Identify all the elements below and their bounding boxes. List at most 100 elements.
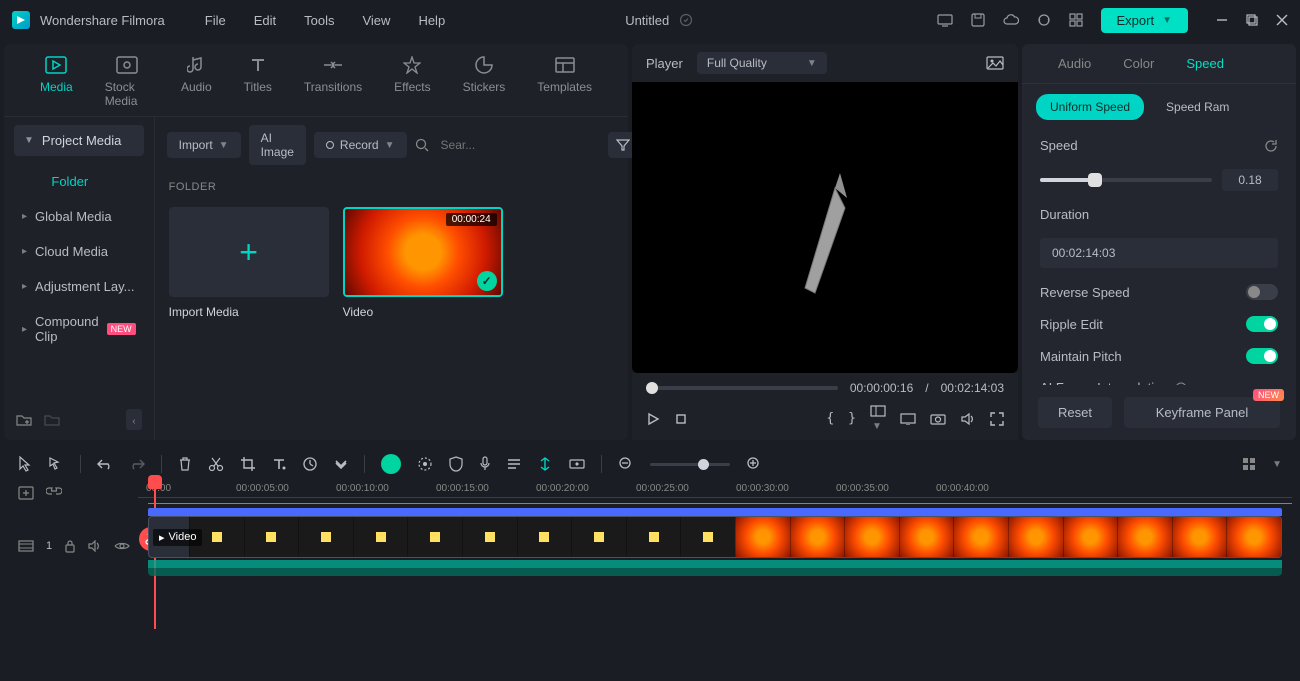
new-bin-icon[interactable] [44,413,60,427]
scrubber[interactable] [646,386,838,390]
record-button[interactable]: Record▼ [314,132,407,158]
menu-file[interactable]: File [205,13,226,28]
split-icon[interactable] [208,456,224,472]
mute-icon[interactable] [88,540,102,552]
inspector-tab-color[interactable]: Color [1107,44,1170,83]
crop-icon[interactable] [240,456,256,472]
mark-out-icon[interactable]: } [848,411,856,426]
cloud-icon[interactable] [1003,14,1019,26]
timeline-settings-icon[interactable] [18,486,34,500]
keyframe-panel-button[interactable]: Keyframe Panel NEW [1124,397,1280,428]
visibility-icon[interactable] [114,541,130,551]
player-viewport[interactable] [632,82,1018,373]
slider-knob[interactable] [1088,173,1102,187]
tab-templates[interactable]: Templates [521,54,608,108]
snapshot-icon[interactable] [986,56,1004,70]
ripple-toggle[interactable] [1246,316,1278,332]
sync-icon[interactable] [679,13,693,27]
reverse-toggle[interactable] [1246,284,1278,300]
media-item-video[interactable]: 00:00:24 ✓ Video [343,207,503,319]
sidebar-adjustment-layer[interactable]: ▸Adjustment Lay... [4,269,154,304]
menu-help[interactable]: Help [418,13,445,28]
play-button[interactable] [646,412,660,426]
tab-stock-media[interactable]: Stock Media [89,54,165,108]
list-icon[interactable] [507,458,521,470]
subtab-speed-ramp[interactable]: Speed Ram [1152,94,1243,120]
mark-in-icon[interactable]: { [826,411,834,426]
inspector-tab-audio[interactable]: Audio [1042,44,1107,83]
ratio-button[interactable]: ▼ [870,405,886,432]
subtab-uniform-speed[interactable]: Uniform Speed [1036,94,1144,120]
text-icon[interactable] [272,457,286,471]
import-media-item[interactable]: + Import Media [169,207,329,319]
sidebar-folder[interactable]: Folder [4,164,154,199]
sidebar-cloud-media[interactable]: ▸Cloud Media [4,234,154,269]
zoom-in-icon[interactable] [746,456,762,472]
display-button[interactable] [900,413,916,425]
delete-icon[interactable] [178,456,192,472]
reset-speed-icon[interactable] [1264,139,1278,153]
undo-icon[interactable] [97,458,113,470]
sidebar-compound-clip[interactable]: ▸Compound ClipNEW [4,304,154,354]
tab-effects[interactable]: Effects [378,54,446,108]
redo-icon[interactable] [129,458,145,470]
tab-media[interactable]: Media [24,54,89,108]
zoom-out-icon[interactable] [618,456,634,472]
color-tool-icon[interactable] [417,456,433,472]
camera-icon[interactable] [930,413,946,425]
save-icon[interactable] [971,13,985,27]
ai-image-button[interactable]: AI Image [249,125,306,165]
keyframe-icon[interactable] [569,457,585,471]
new-folder-icon[interactable] [16,413,32,427]
mic-icon[interactable] [479,456,491,472]
tab-audio[interactable]: Audio [165,54,228,108]
reset-button[interactable]: Reset [1038,397,1112,428]
chevron-down-icon[interactable]: ▼ [1272,459,1282,470]
sidebar-project-media[interactable]: ▼Project Media [14,125,144,156]
zoom-slider[interactable] [650,463,730,466]
maximize-button[interactable] [1246,14,1258,26]
select-tool-icon[interactable] [48,456,64,472]
ruler[interactable]: 00:00 00:00:05:00 00:00:10:00 00:00:15:0… [138,481,1292,505]
apps-icon[interactable] [1069,13,1083,27]
marker-icon[interactable] [537,456,553,472]
import-button[interactable]: Import▼ [167,132,241,158]
tab-titles[interactable]: Titles [228,54,288,108]
speed-icon[interactable] [302,456,318,472]
scrubber-handle[interactable] [646,382,658,394]
pitch-toggle[interactable] [1246,348,1278,364]
audio-waveform[interactable] [148,560,1282,576]
tab-stickers[interactable]: Stickers [447,54,522,108]
stop-button[interactable] [674,412,688,426]
sidebar-collapse-button[interactable]: ‹ [126,409,141,430]
grid-view-icon[interactable] [1242,457,1256,471]
pointer-tool-icon[interactable] [18,456,32,472]
video-thumbnail[interactable]: 00:00:24 ✓ [343,207,503,297]
menu-view[interactable]: View [362,13,390,28]
zoom-knob[interactable] [698,459,709,470]
link-icon[interactable] [46,486,62,500]
duration-input[interactable]: 00:02:14:03 [1040,238,1278,268]
close-button[interactable] [1276,14,1288,26]
more-tools-icon[interactable] [334,459,348,469]
export-button[interactable]: Export ▼ [1101,8,1188,33]
speed-value[interactable]: 0.18 [1222,169,1278,191]
sidebar-global-media[interactable]: ▸Global Media [4,199,154,234]
shield-icon[interactable] [449,456,463,472]
ai-smiley-icon[interactable] [381,454,401,474]
timeline-clip[interactable]: ▸Video [148,516,1282,558]
search-input[interactable] [437,134,600,156]
lock-icon[interactable] [64,539,76,553]
volume-icon[interactable] [960,412,976,426]
tab-transitions[interactable]: Transitions [288,54,378,108]
track-icon[interactable] [18,540,34,552]
fullscreen-icon[interactable] [990,412,1004,426]
device-icon[interactable] [937,13,953,27]
support-icon[interactable] [1037,13,1051,27]
speed-slider[interactable] [1040,178,1212,182]
inspector-tab-speed[interactable]: Speed [1170,44,1240,83]
quality-select[interactable]: Full Quality▼ [697,52,827,74]
menu-tools[interactable]: Tools [304,13,334,28]
minimize-button[interactable] [1216,14,1228,26]
menu-edit[interactable]: Edit [254,13,276,28]
